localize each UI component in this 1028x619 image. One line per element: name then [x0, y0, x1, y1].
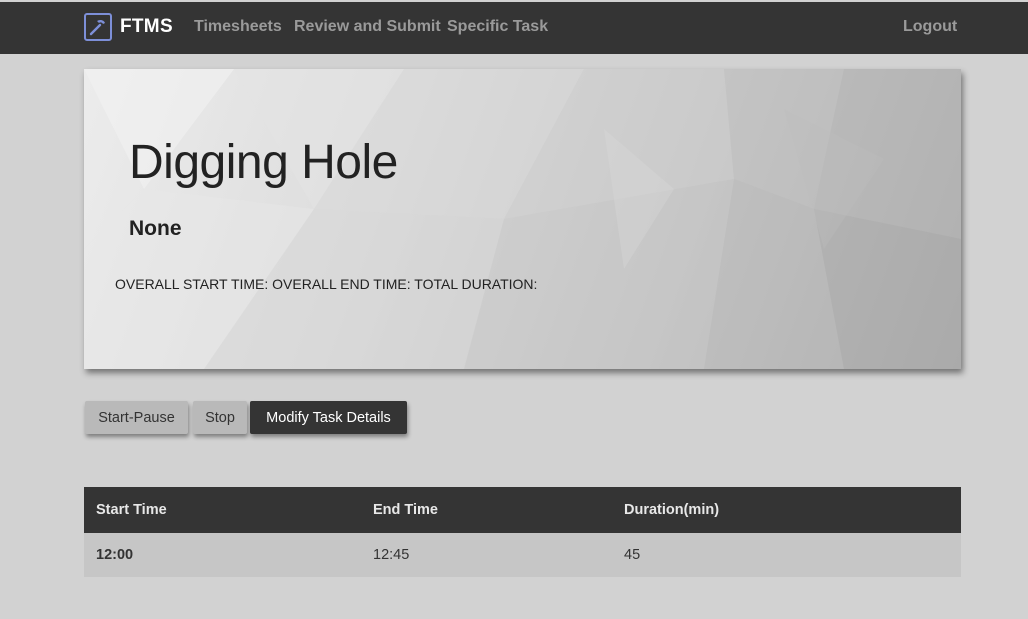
column-header-start-time: Start Time [96, 502, 167, 518]
column-header-duration: Duration(min) [624, 502, 720, 518]
polygon-background [84, 69, 961, 369]
brand-link[interactable]: FTMS [84, 12, 173, 42]
cell-duration: 45 [624, 547, 641, 563]
nav-review-and-submit[interactable]: Review and Submit [294, 18, 441, 36]
brand-name: FTMS [120, 16, 173, 37]
task-times-summary: OVERALL START TIME: OVERALL END TIME: TO… [115, 276, 538, 292]
table-row[interactable]: 12:00 12:45 45 [84, 533, 961, 577]
table-header: Start Time End Time Duration(min) [84, 487, 961, 533]
stop-button[interactable]: Stop [193, 401, 247, 434]
nav-timesheets[interactable]: Timesheets [194, 18, 282, 36]
start-pause-button[interactable]: Start-Pause [85, 401, 188, 434]
task-title: Digging Hole [129, 136, 398, 189]
cell-end-time: 12:45 [373, 547, 410, 563]
logout-link[interactable]: Logout [903, 18, 957, 36]
top-navbar: FTMS Timesheets Review and Submit Specif… [0, 2, 1028, 54]
cell-start-time: 12:00 [96, 547, 134, 563]
hammer-icon [84, 13, 112, 41]
nav-specific-task[interactable]: Specific Task [447, 18, 548, 36]
task-description: None [129, 217, 182, 240]
column-header-end-time: End Time [373, 502, 438, 518]
modify-task-details-button[interactable]: Modify Task Details [250, 401, 407, 434]
task-header-panel: Digging Hole None OVERALL START TIME: OV… [84, 69, 961, 369]
time-entries-table: Start Time End Time Duration(min) 12:00 … [84, 487, 961, 577]
